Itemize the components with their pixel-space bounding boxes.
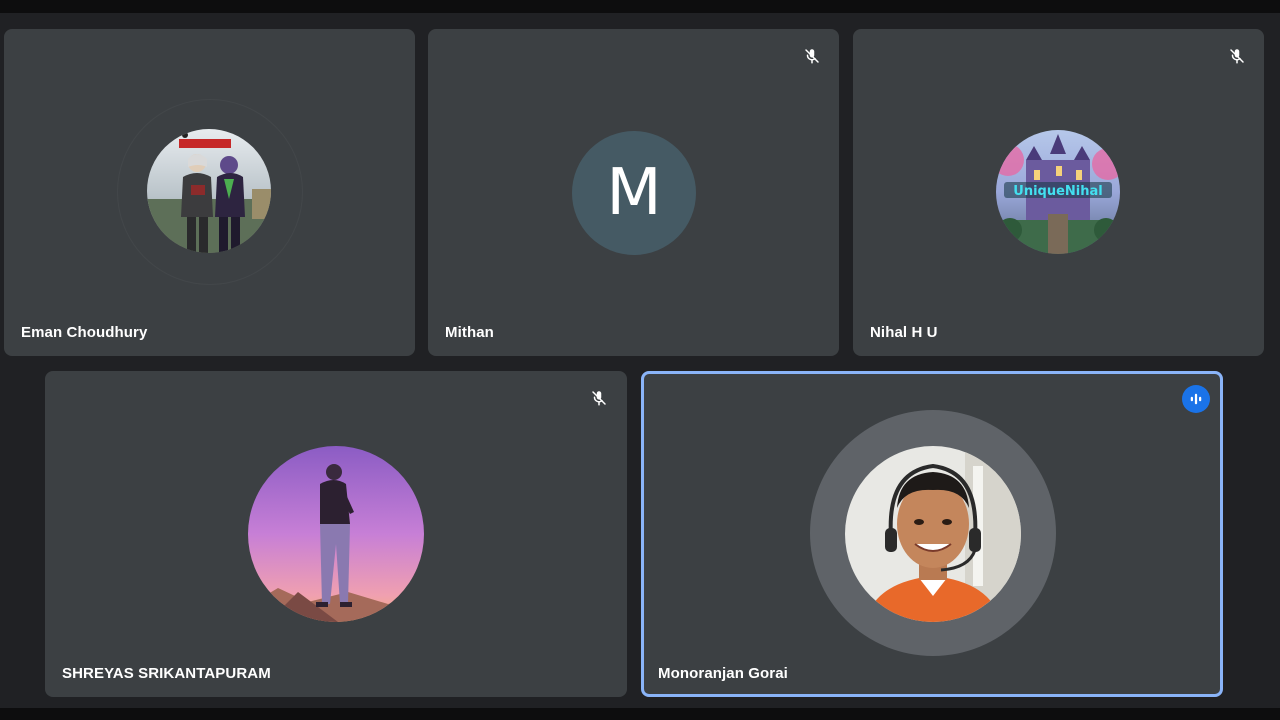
audio-level-icon	[1182, 385, 1210, 413]
mic-off-icon	[585, 384, 613, 412]
avatar-logo-text: UniqueNihal	[1013, 184, 1102, 199]
participant-name: Monoranjan Gorai	[658, 665, 788, 682]
letter-avatar: M	[572, 131, 696, 255]
bottom-black-bar	[0, 708, 1280, 720]
participant-tile-shreyas[interactable]: SHREYAS SRIKANTAPURAM	[45, 371, 627, 697]
participant-tile-monoranjan[interactable]: Monoranjan Gorai	[641, 371, 1223, 697]
participant-avatar	[845, 446, 1021, 622]
participant-name: Mithan	[445, 324, 494, 341]
participant-name: SHREYAS SRIKANTAPURAM	[62, 665, 271, 682]
mic-off-icon	[1223, 42, 1251, 70]
participant-name: Eman Choudhury	[21, 324, 148, 341]
participant-avatar	[147, 129, 271, 253]
participant-tile-nihal[interactable]: UniqueNihal Nihal H U	[853, 29, 1264, 356]
mic-off-icon	[798, 42, 826, 70]
participant-tile-mithan[interactable]: M Mithan	[428, 29, 839, 356]
participant-avatar: UniqueNihal	[996, 130, 1120, 254]
top-black-bar	[0, 0, 1280, 13]
participant-tile-eman[interactable]: Eman Choudhury	[4, 29, 415, 356]
participant-name: Nihal H U	[870, 324, 938, 341]
participant-avatar	[248, 446, 424, 622]
